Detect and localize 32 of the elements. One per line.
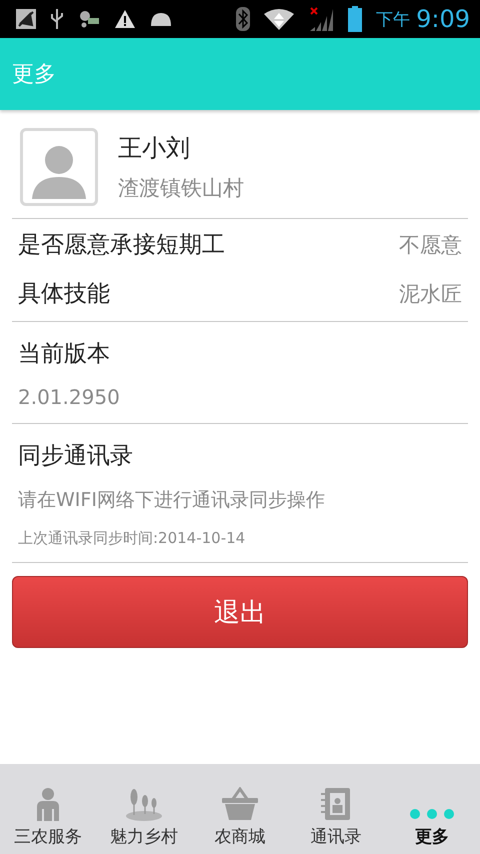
contact-book-icon xyxy=(320,787,352,821)
user-name: 王小刘 xyxy=(118,133,191,164)
status-time: 9:09 xyxy=(416,5,470,33)
setting-label: 具体技能 xyxy=(18,280,110,309)
wifi-icon xyxy=(264,8,294,30)
nav-tab[interactable]: 更多 xyxy=(384,764,480,854)
setting-value: 不愿意 xyxy=(399,232,462,258)
basket-icon xyxy=(221,787,259,821)
version-title: 当前版本 xyxy=(18,340,111,369)
warning-icon xyxy=(114,9,136,29)
usb-icon xyxy=(50,8,64,30)
header-title: 更多 xyxy=(12,61,56,89)
version-number: 2.01.2950 xyxy=(18,385,121,409)
status-time-period: 下午 xyxy=(376,8,410,30)
nav-tab[interactable]: 农商城 xyxy=(192,764,288,854)
logout-button[interactable]: 退出 xyxy=(12,576,468,648)
nav-tab[interactable]: 通讯录 xyxy=(288,764,384,854)
user-location: 渣渡镇铁山村 xyxy=(118,175,244,202)
sync-hint: 请在WIFI网络下进行通讯录同步操作 xyxy=(18,488,326,513)
avatar-icon xyxy=(20,128,98,206)
bluetooth-icon xyxy=(236,7,250,31)
setting-label: 是否愿意承接短期工 xyxy=(18,231,225,260)
sync-title: 同步通讯录 xyxy=(18,442,134,471)
nav-tab[interactable]: 三农服务 xyxy=(0,764,96,854)
signal-icon xyxy=(308,7,334,31)
signal-off-icon xyxy=(16,9,36,29)
trees-icon xyxy=(125,787,163,821)
nav-tab[interactable]: 魅力乡村 xyxy=(96,764,192,854)
setting-value: 泥水匠 xyxy=(399,280,462,308)
battery-icon xyxy=(348,6,362,32)
last-sync-time: 上次通讯录同步时间:2014-10-14 xyxy=(18,529,246,548)
more-icon xyxy=(408,807,456,821)
